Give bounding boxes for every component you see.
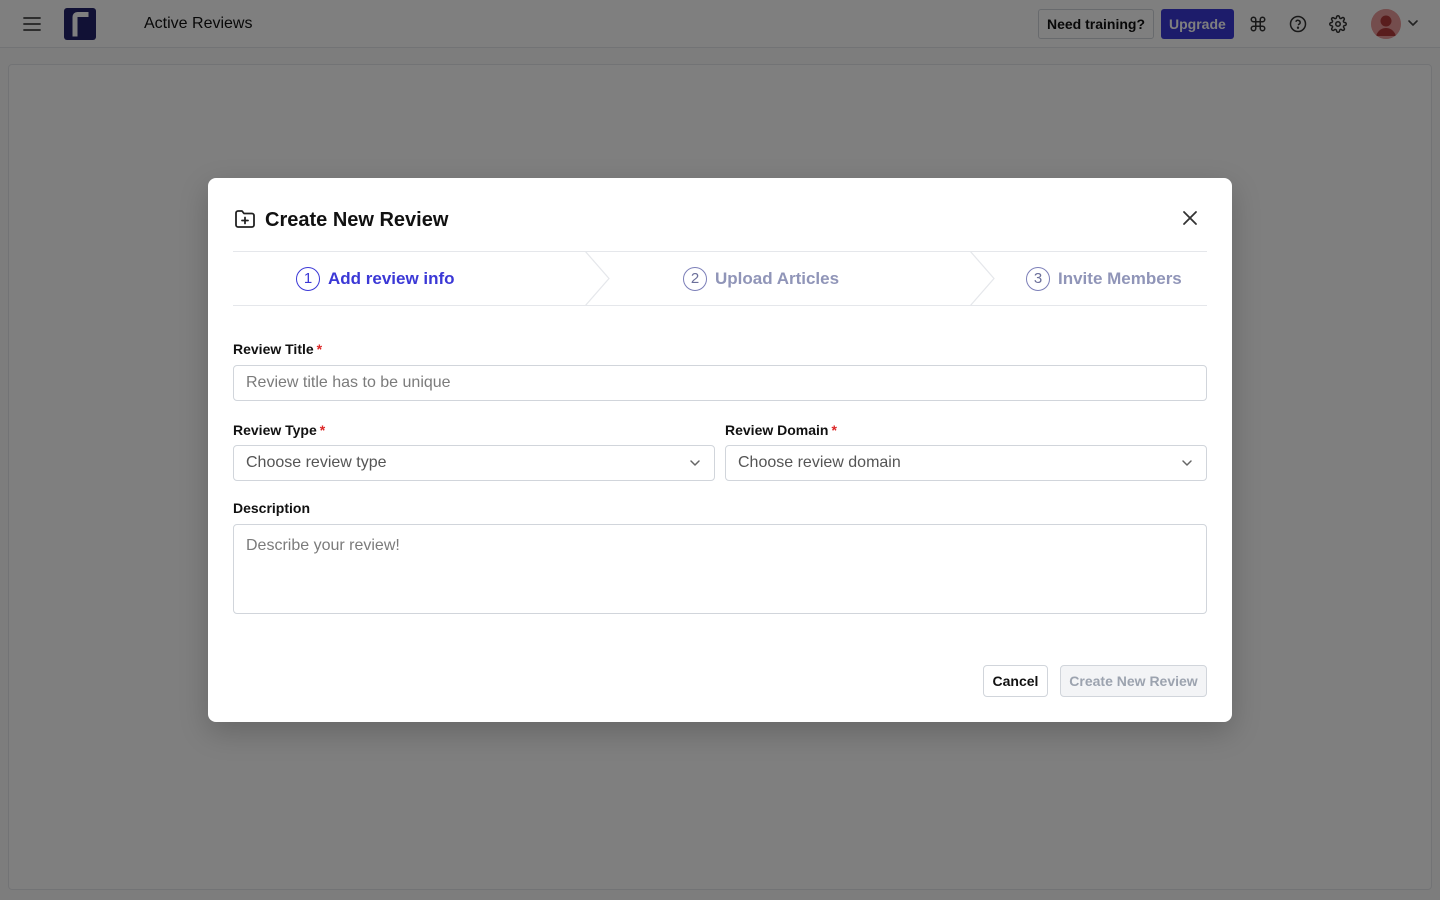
stepper: 1 Add review info 2 Upload Articles 3 In… (233, 251, 1207, 306)
step-invite-members[interactable]: 3 Invite Members (1026, 252, 1182, 305)
required-mark: * (316, 341, 323, 357)
review-type-select[interactable]: Choose review type (233, 445, 715, 481)
label-text: Review Title (233, 341, 314, 357)
step-number: 1 (296, 266, 320, 291)
step-number: 2 (683, 266, 707, 291)
step-label: Upload Articles (715, 268, 840, 288)
label-text: Review Type (233, 422, 317, 438)
select-placeholder: Choose review type (246, 454, 387, 471)
cancel-button[interactable]: Cancel (983, 665, 1048, 697)
folder-plus-icon (233, 207, 257, 231)
description-label: Description (233, 500, 311, 516)
step-number: 3 (1026, 266, 1050, 291)
required-mark: * (831, 422, 837, 438)
step-separator (969, 251, 995, 306)
step-label: Add review info (328, 268, 455, 288)
review-title-input[interactable] (233, 365, 1207, 401)
step-upload-articles[interactable]: 2 Upload Articles (683, 252, 839, 305)
step-separator (584, 251, 610, 306)
review-title-label: Review Title * (233, 341, 322, 357)
create-new-review-button[interactable]: Create New Review (1060, 665, 1207, 697)
chevron-down-icon (690, 460, 700, 466)
close-icon[interactable] (1179, 207, 1201, 229)
modal-title: Create New Review (265, 209, 449, 231)
select-placeholder: Choose review domain (738, 454, 901, 471)
step-label: Invite Members (1058, 268, 1182, 288)
create-review-modal: Create New Review 1 Add review info 2 Up… (208, 178, 1232, 722)
review-type-label: Review Type * (233, 422, 325, 438)
chevron-down-icon (1182, 460, 1192, 466)
step-add-review-info[interactable]: 1 Add review info (296, 252, 455, 305)
label-text: Review Domain (725, 422, 829, 438)
review-domain-label: Review Domain * (725, 422, 837, 438)
required-mark: * (319, 422, 326, 438)
review-domain-select[interactable]: Choose review domain (725, 445, 1207, 481)
description-textarea[interactable] (233, 524, 1207, 614)
